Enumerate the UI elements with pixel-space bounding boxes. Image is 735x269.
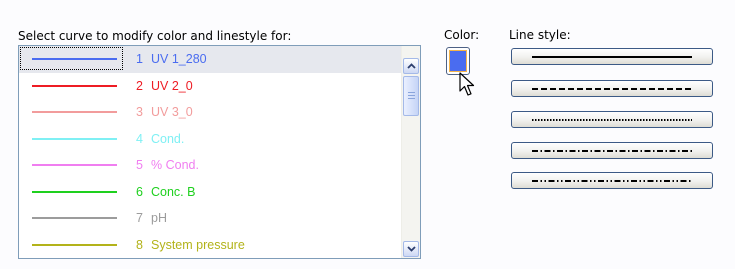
line-sample	[32, 84, 117, 87]
line-sample	[32, 243, 117, 246]
line-style-dash-dot-button[interactable]	[511, 142, 713, 159]
curve-color-sample	[20, 233, 123, 256]
line-style-label: Line style:	[509, 28, 571, 42]
curve-list-item[interactable]: 8 System pressure	[19, 232, 402, 259]
curve-select-label: Select curve to modify color and linesty…	[18, 29, 292, 43]
curve-number: 4	[136, 131, 143, 146]
curve-list: 1 UV 1_280 2 UV 2_0 3 UV 3_0 4 Cond. 5 % Cond. 6 Co…	[19, 46, 402, 258]
curve-list-item[interactable]: 3 UV 3_0	[19, 99, 402, 126]
line-style-solid-icon	[532, 56, 692, 58]
vertical-scrollbar[interactable]	[401, 46, 420, 258]
line-style-dash-dot-dot-icon	[532, 180, 692, 182]
grip-line	[408, 95, 415, 96]
color-picker-button[interactable]	[446, 47, 470, 75]
line-style-dashed-icon	[532, 88, 692, 90]
curve-name: UV 2_0	[151, 78, 193, 93]
curve-number: 5	[136, 158, 143, 172]
curve-number: 1	[136, 52, 143, 66]
curve-listbox[interactable]: 1 UV 1_280 2 UV 2_0 3 UV 3_0 4 Cond. 5 % Cond. 6 Co…	[18, 45, 421, 259]
curve-name: Conc. B	[151, 184, 196, 199]
scroll-thumb[interactable]	[403, 76, 419, 116]
curve-color-sample	[20, 206, 123, 229]
line-sample	[32, 190, 117, 193]
curve-list-item[interactable]: 7 pH	[19, 205, 402, 232]
color-swatch	[449, 50, 467, 72]
line-style-dotted-button[interactable]	[511, 111, 713, 128]
curve-list-item[interactable]: 4 Cond.	[19, 126, 402, 153]
curve-list-item[interactable]: 6 Conc. B	[19, 179, 402, 206]
curve-list-item[interactable]: 5 % Cond.	[19, 152, 402, 179]
curve-number: 2	[136, 78, 143, 93]
scroll-up-button[interactable]	[403, 58, 419, 74]
mouse-cursor-icon	[459, 72, 475, 96]
curve-name: UV 1_280	[151, 52, 207, 66]
curve-list-item[interactable]: 1 UV 1_280	[19, 46, 402, 73]
curve-name: UV 3_0	[151, 105, 193, 119]
curve-color-sample	[20, 47, 123, 70]
curve-color-sample	[20, 180, 123, 203]
curve-number: 3	[136, 105, 143, 119]
line-style-dash-dot-icon	[532, 150, 692, 152]
curve-color-sample	[20, 100, 123, 123]
curve-color-sample	[20, 153, 123, 176]
chevron-down-icon	[406, 246, 416, 252]
line-sample	[32, 111, 117, 113]
grip-line	[408, 92, 415, 93]
curve-name: % Cond.	[151, 158, 199, 172]
line-style-dash-dot-dot-button[interactable]	[511, 172, 713, 189]
line-sample	[32, 217, 117, 219]
line-sample	[32, 58, 117, 60]
curve-name: System pressure	[151, 237, 245, 252]
line-sample	[32, 164, 117, 166]
curve-color-sample	[20, 74, 123, 97]
chevron-up-icon	[406, 63, 416, 69]
curve-number: 7	[136, 211, 143, 225]
line-style-solid-button[interactable]	[511, 48, 713, 65]
line-style-dashed-button[interactable]	[511, 80, 713, 97]
color-label: Color:	[444, 28, 480, 42]
grip-line	[408, 98, 415, 99]
curve-name: pH	[151, 211, 167, 225]
curve-number: 8	[136, 237, 143, 252]
curve-color-sample	[20, 127, 123, 150]
line-style-dotted-icon	[532, 119, 692, 121]
line-sample	[32, 137, 117, 140]
curve-number: 6	[136, 184, 143, 199]
scroll-down-button[interactable]	[403, 241, 419, 257]
curve-list-item[interactable]: 2 UV 2_0	[19, 73, 402, 100]
curve-name: Cond.	[151, 131, 185, 146]
